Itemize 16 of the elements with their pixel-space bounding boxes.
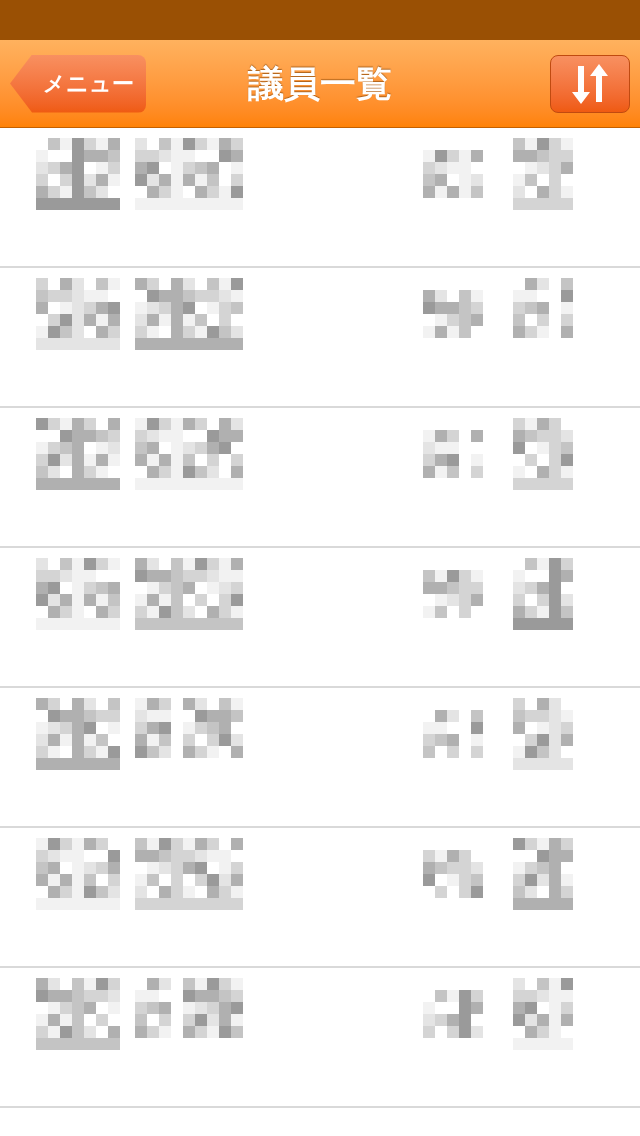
pixelated-label-drawing	[423, 850, 483, 898]
sort-button[interactable]	[550, 54, 630, 113]
pixelated-label-drawing	[513, 698, 573, 770]
pixelated-label-drawing	[423, 570, 483, 618]
pixelated-label-drawing	[513, 978, 573, 1050]
back-button[interactable]: メニュー	[10, 54, 146, 113]
pixelated-label-drawing	[513, 558, 573, 630]
pixelated-label-drawing	[513, 138, 573, 210]
pixelated-label-drawing	[423, 290, 483, 338]
pixelated-label-drawing	[423, 430, 483, 478]
pixelated-label-drawing	[423, 990, 483, 1038]
pixelated-label-drawing	[423, 710, 483, 758]
pixelated-label-drawing	[513, 418, 573, 490]
pixelated-label-drawing	[513, 838, 573, 910]
nav-title: 議員一覧	[248, 61, 392, 106]
pixelated-label-drawing	[423, 150, 483, 198]
